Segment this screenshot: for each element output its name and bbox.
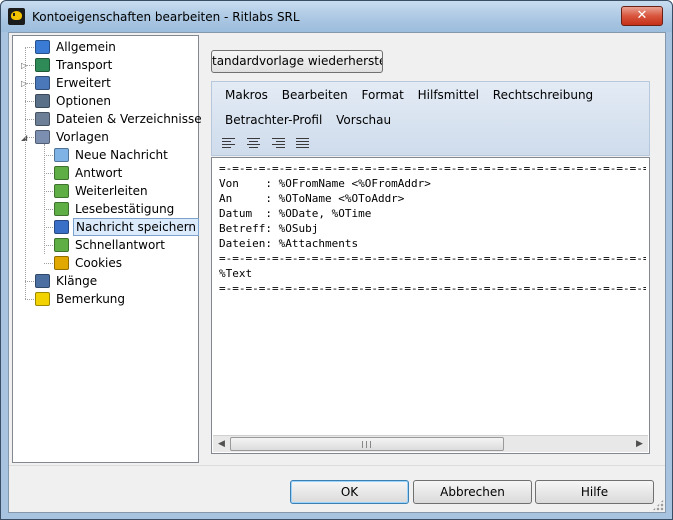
- options-icon: [35, 94, 50, 108]
- align-center-icon[interactable]: [245, 135, 263, 151]
- tree-item-label: Neue Nachricht: [75, 148, 168, 162]
- network-icon: [35, 58, 50, 72]
- tree-connector: [44, 227, 53, 228]
- receipt-icon: [54, 202, 69, 216]
- tree-item-label: Schnellantwort: [75, 238, 165, 252]
- person-icon: [35, 40, 50, 54]
- sound-icon: [35, 274, 50, 288]
- bat-app-icon: [8, 8, 25, 25]
- menu-format[interactable]: Format: [357, 85, 409, 105]
- new-message-icon: [54, 148, 69, 162]
- tree-connector: [44, 155, 53, 156]
- tree-connector: [25, 119, 34, 120]
- menu-bar: Makros Bearbeiten Format Hilfsmittel Rec…: [220, 85, 598, 105]
- menu-bar-second-row: Betrachter-Profil Vorschau: [220, 110, 396, 130]
- settings-icon: [35, 76, 50, 90]
- templates-icon: [35, 130, 50, 144]
- close-button[interactable]: ✕: [621, 6, 663, 26]
- tree-connector: [44, 191, 53, 192]
- cookies-icon: [54, 256, 69, 270]
- tree-item-label: Cookies: [75, 256, 122, 270]
- tree-item-label: Antwort: [75, 166, 123, 180]
- ok-button[interactable]: OK: [290, 480, 409, 504]
- tree-item-label: Dateien & Verzeichnisse: [56, 112, 202, 126]
- tree-connector: [44, 263, 53, 264]
- tree-connector: [25, 281, 34, 282]
- align-left-icon[interactable]: [220, 135, 238, 151]
- tree-connector: [25, 137, 34, 138]
- cancel-button[interactable]: Abbrechen: [413, 480, 532, 504]
- tree-connector: [25, 65, 34, 66]
- restore-default-template-button[interactable]: tandardvorlage wiederherstellen: [211, 50, 383, 73]
- tree-item-label: Optionen: [56, 94, 112, 108]
- menu-vorschau[interactable]: Vorschau: [331, 110, 396, 130]
- tree-item-label: Bemerkung: [56, 292, 126, 306]
- dialog-client-area: Allgemein Transport ▷ Erweitert ▷ Optionen Dat…: [8, 32, 666, 513]
- justify-icon[interactable]: [294, 135, 312, 151]
- tree-item-label: Allgemein: [56, 40, 116, 54]
- forward-icon: [54, 184, 69, 198]
- scroll-right-icon[interactable]: ▶: [631, 436, 648, 452]
- tree-item-label: Klänge: [56, 274, 98, 288]
- tree-item-label: Transport: [56, 58, 113, 72]
- tree-connector: [44, 209, 53, 210]
- help-button[interactable]: Hilfe: [535, 480, 654, 504]
- tree-connector: [44, 245, 53, 246]
- title-bar[interactable]: Kontoeigenschaften bearbeiten - Ritlabs …: [1, 1, 672, 32]
- tree-item-label: Nachricht speichern: [73, 218, 200, 236]
- dialog-button-bar: OK Abbrechen Hilfe: [9, 465, 665, 512]
- note-icon: [35, 292, 50, 306]
- tree-item-label: Vorlagen: [56, 130, 109, 144]
- save-message-icon: [54, 220, 69, 234]
- quick-reply-icon: [54, 238, 69, 252]
- align-right-icon[interactable]: [270, 135, 288, 151]
- reply-icon: [54, 166, 69, 180]
- tree-item-label: Weiterleiten: [75, 184, 148, 198]
- menu-hilfsmittel[interactable]: Hilfsmittel: [413, 85, 484, 105]
- files-icon: [35, 112, 50, 126]
- settings-tree[interactable]: Allgemein Transport ▷ Erweitert ▷ Optionen Dat…: [12, 35, 202, 463]
- window-title: Kontoeigenschaften bearbeiten - Ritlabs …: [32, 10, 300, 24]
- template-editor-text[interactable]: =-=-=-=-=-=-=-=-=-=-=-=-=-=-=-=-=-=-=-=-…: [219, 161, 646, 296]
- scrollbar-thumb[interactable]: [230, 437, 504, 451]
- editor-toolbar: Makros Bearbeiten Format Hilfsmittel Rec…: [211, 81, 650, 156]
- tree-connector: [25, 101, 34, 102]
- tree-connector: [25, 47, 26, 299]
- menu-rechtschreibung[interactable]: Rechtschreibung: [488, 85, 598, 105]
- menu-betrachter-profil[interactable]: Betrachter-Profil: [220, 110, 327, 130]
- tree-item-label: Lesebestätigung: [75, 202, 175, 216]
- tree-item-label: Erweitert: [56, 76, 111, 90]
- scroll-left-icon[interactable]: ◀: [213, 436, 230, 452]
- tree-connector: [44, 144, 45, 254]
- alignment-toolbar: [220, 135, 330, 154]
- tree-connector: [44, 173, 53, 174]
- horizontal-scrollbar[interactable]: ◀ ▶: [213, 435, 648, 452]
- dialog-window: Kontoeigenschaften bearbeiten - Ritlabs …: [0, 0, 673, 520]
- tree-connector: [25, 299, 34, 300]
- menu-bearbeiten[interactable]: Bearbeiten: [277, 85, 353, 105]
- tree-connector: [25, 47, 34, 48]
- tree-connector: [25, 83, 34, 84]
- template-editor[interactable]: =-=-=-=-=-=-=-=-=-=-=-=-=-=-=-=-=-=-=-=-…: [211, 157, 650, 454]
- menu-makros[interactable]: Makros: [220, 85, 273, 105]
